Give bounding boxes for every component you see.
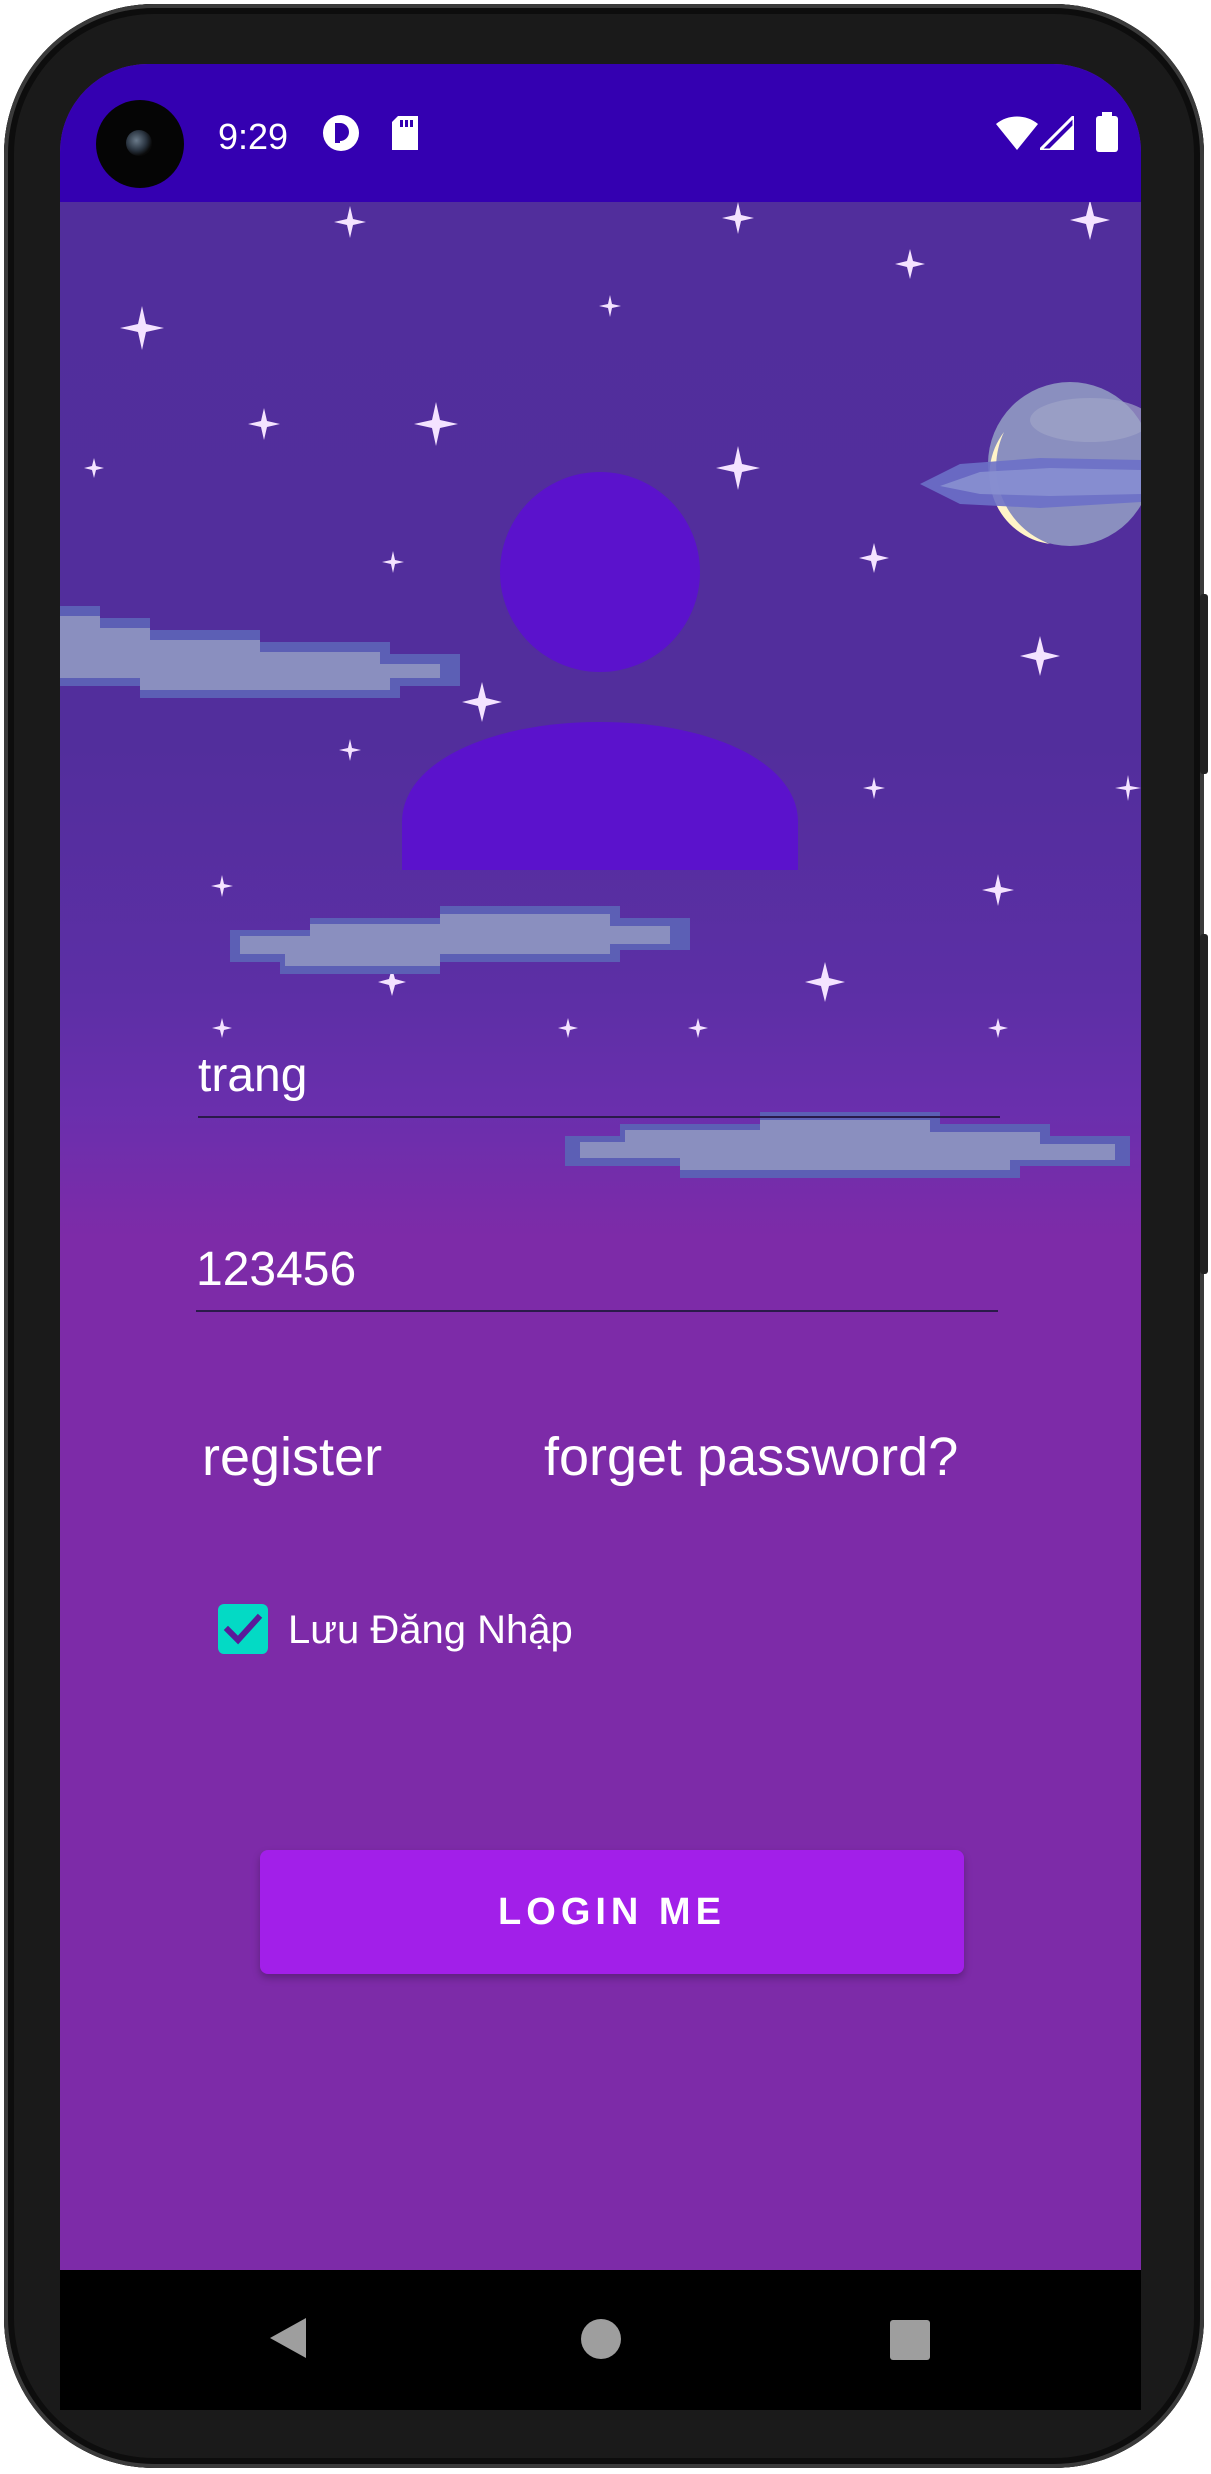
- star-icon: [414, 402, 458, 446]
- avatar-icon: [402, 472, 798, 870]
- username-input[interactable]: trang: [198, 1034, 1000, 1118]
- back-icon[interactable]: [266, 2316, 310, 2360]
- app-screen: 9:29 trang 123456 register forget passwo…: [60, 64, 1141, 2270]
- navigation-bar: [60, 2270, 1141, 2410]
- remember-login-checkbox[interactable]: [218, 1604, 268, 1654]
- crescent-moon-icon: [920, 382, 1141, 546]
- star-icon: [1115, 775, 1141, 801]
- camera-icon: [126, 130, 152, 156]
- front-camera: [96, 100, 184, 188]
- checkmark-icon: [223, 1613, 263, 1645]
- star-icon: [462, 682, 502, 722]
- battery-icon: [1096, 112, 1118, 152]
- signal-icon: [1040, 116, 1074, 150]
- star-icon: [334, 206, 366, 238]
- app-notification-icon: [323, 115, 359, 151]
- cloud-left: [60, 606, 460, 698]
- star-icon: [863, 777, 885, 799]
- star-icon: [120, 306, 164, 350]
- password-input[interactable]: 123456: [196, 1228, 998, 1312]
- star-icon: [1070, 202, 1110, 240]
- star-icon: [982, 874, 1014, 906]
- recents-icon[interactable]: [890, 2320, 930, 2360]
- star-icon: [895, 249, 925, 279]
- power-button: [1200, 594, 1208, 774]
- star-icon: [382, 551, 404, 573]
- star-icon: [339, 739, 361, 761]
- star-icon: [722, 202, 754, 234]
- star-icon: [211, 875, 233, 897]
- star-icon: [859, 543, 889, 573]
- status-bar: 9:29: [60, 64, 1141, 202]
- star-icon: [248, 408, 280, 440]
- star-icon: [805, 962, 845, 1002]
- volume-button: [1200, 934, 1208, 1274]
- wifi-icon: [996, 116, 1038, 150]
- star-icon: [599, 295, 621, 317]
- home-icon[interactable]: [580, 2318, 622, 2360]
- cloud-middle: [230, 906, 690, 974]
- status-time: 9:29: [218, 116, 289, 157]
- star-icon: [1020, 636, 1060, 676]
- register-link[interactable]: register: [202, 1426, 382, 1488]
- login-button[interactable]: LOGIN ME: [260, 1850, 964, 1974]
- remember-login-label: Lưu Đăng Nhập: [288, 1608, 573, 1652]
- star-icon: [716, 446, 760, 490]
- cloud-right: [565, 1112, 1130, 1178]
- forget-password-link[interactable]: forget password?: [544, 1426, 958, 1488]
- star-icon: [84, 458, 104, 478]
- sd-card-icon: [392, 116, 418, 150]
